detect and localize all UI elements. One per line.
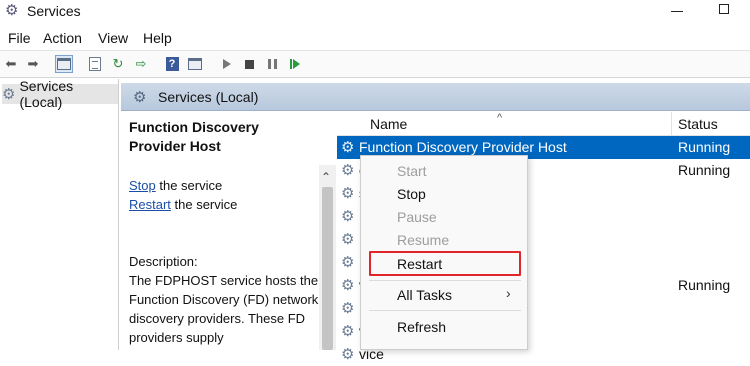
pane-header: ⚙ Services (Local) [121, 83, 750, 111]
menu-help[interactable]: Help [143, 30, 172, 46]
menu-item-label: Refresh [397, 319, 447, 335]
menu-item-resume[interactable]: Resume [369, 228, 521, 251]
restart-link[interactable]: Restart [129, 197, 171, 212]
service-status: Running [678, 139, 731, 155]
service-gear-icon: ⚙ [341, 208, 355, 225]
service-gear-icon: ⚙ [341, 162, 355, 179]
menu-item-start[interactable]: Start [369, 159, 521, 182]
back-arrow-icon[interactable]: ⬅ [2, 55, 20, 73]
service-gear-icon: ⚙ [341, 254, 355, 271]
export-list-icon[interactable]: ⇨ [132, 55, 150, 73]
pane-header-label: Services (Local) [158, 89, 259, 105]
menu-item-label: Resume [397, 232, 450, 248]
menu-item-label: Start [397, 163, 427, 179]
services-gear-icon: ⚙ [5, 2, 19, 19]
scrollbar-thumb[interactable] [322, 187, 333, 350]
column-divider[interactable] [671, 112, 672, 136]
window-title: Services [27, 3, 81, 19]
menu-item-label: Stop [397, 186, 426, 202]
menu-divider [369, 280, 521, 281]
refresh-icon[interactable]: ↻ [109, 55, 127, 73]
column-header-status[interactable]: Status [678, 116, 718, 132]
menu-view[interactable]: View [98, 30, 128, 46]
description-label: Description: [129, 254, 198, 269]
restart-action: Restart the service [129, 197, 237, 212]
service-gear-icon: ⚙ [341, 277, 355, 294]
service-description: Description: The FDPHOST service hosts t… [129, 252, 319, 347]
minimize-button[interactable] [671, 11, 683, 12]
service-detail-panel: Function Discovery Provider Host Stop th… [121, 112, 319, 350]
context-menu: Start Stop Pause Resume Restart All Task… [360, 155, 528, 350]
stop-action: Stop the service [129, 178, 222, 193]
submenu-arrow-icon: › [506, 285, 511, 301]
list-header: ^ Name Status [337, 112, 750, 136]
stop-link[interactable]: Stop [129, 178, 156, 193]
show-hide-console-tree-icon[interactable] [55, 55, 73, 73]
properties-icon[interactable] [86, 55, 104, 73]
service-gear-icon: ⚙ [341, 346, 355, 363]
service-gear-icon: ⚙ [341, 139, 355, 156]
console-tree: ⚙ Services (Local) [0, 78, 119, 350]
services-gear-icon: ⚙ [133, 89, 147, 106]
scroll-up-arrow-icon[interactable]: ⌃ [321, 170, 331, 184]
toolbar: ⬅ ➡ ↻ ⇨ ? [0, 50, 750, 78]
forward-arrow-icon[interactable]: ➡ [24, 55, 42, 73]
sort-caret-icon: ^ [497, 112, 503, 124]
menu-item-refresh[interactable]: Refresh [369, 315, 521, 338]
menu-item-restart[interactable]: Restart [369, 251, 521, 276]
description-text: The FDPHOST service hosts the Function D… [129, 273, 319, 345]
service-gear-icon: ⚙ [341, 323, 355, 340]
service-status: Running [678, 162, 731, 178]
tree-node-label: Services (Local) [19, 78, 74, 110]
service-status: Running [678, 277, 731, 293]
service-title: Function Discovery Provider Host [129, 119, 259, 154]
stop-suffix: the service [155, 178, 223, 193]
service-name: Function Discovery Provider Host [359, 139, 567, 155]
menu-bar: File Action View Help [0, 26, 750, 50]
menu-divider [369, 310, 521, 311]
restart-service-icon[interactable] [286, 55, 304, 73]
menu-item-stop[interactable]: Stop [369, 182, 521, 205]
menu-item-label: Pause [397, 209, 437, 225]
menu-item-pause[interactable]: Pause [369, 205, 521, 228]
services-gear-icon: ⚙ [2, 86, 16, 103]
menu-item-label: Restart [397, 256, 443, 272]
column-header-name[interactable]: Name [370, 116, 407, 132]
menu-action[interactable]: Action [43, 30, 82, 46]
menu-item-label: All Tasks [397, 287, 452, 303]
start-service-icon[interactable] [218, 55, 236, 73]
restart-suffix: the service [170, 197, 238, 212]
pause-service-icon[interactable] [263, 55, 281, 73]
stop-service-icon[interactable] [240, 55, 258, 73]
detail-scrollbar[interactable]: ⌃ [319, 165, 336, 350]
service-gear-icon: ⚙ [341, 231, 355, 248]
menu-file[interactable]: File [8, 30, 31, 46]
tree-node-services-local[interactable]: ⚙ Services (Local) [2, 78, 118, 110]
show-hide-action-pane-icon[interactable] [186, 55, 204, 73]
maximize-button[interactable] [719, 4, 729, 14]
service-gear-icon: ⚙ [341, 300, 355, 317]
menu-item-all-tasks[interactable]: All Tasks › [369, 283, 521, 306]
title-bar: ⚙ Services [0, 0, 750, 24]
help-icon[interactable]: ? [163, 55, 181, 73]
service-gear-icon: ⚙ [341, 185, 355, 202]
